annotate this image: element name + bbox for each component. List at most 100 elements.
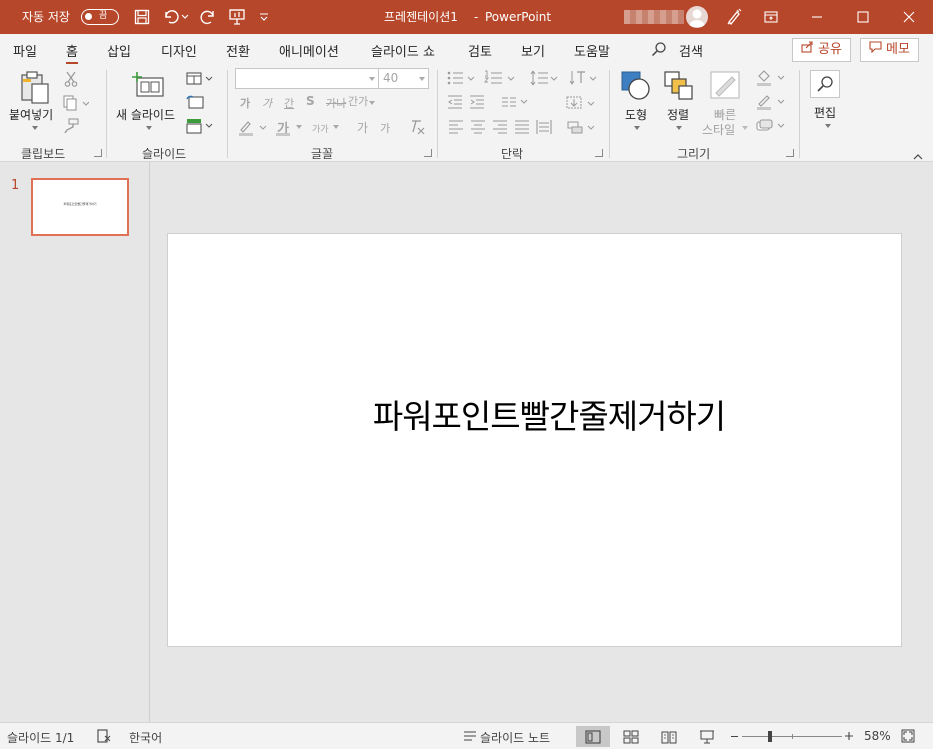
shadow-button[interactable]: S xyxy=(306,94,315,108)
customize-icon[interactable] xyxy=(254,6,274,28)
tab-home[interactable]: 홈 xyxy=(66,41,78,65)
paste-dropdown-icon[interactable] xyxy=(32,126,38,130)
ribbon-display-button[interactable] xyxy=(748,0,794,34)
accessibility-icon[interactable] xyxy=(96,728,112,747)
zoom-out-icon[interactable] xyxy=(731,736,738,737)
normal-view-icon[interactable] xyxy=(576,726,610,747)
italic-button[interactable]: 가 xyxy=(262,95,272,111)
align-center-icon[interactable] xyxy=(470,119,486,138)
reading-view-icon[interactable] xyxy=(652,726,686,747)
decrease-indent-icon[interactable] xyxy=(447,95,463,112)
tab-file[interactable]: 파일 xyxy=(13,41,37,60)
format-painter-icon[interactable] xyxy=(63,118,79,137)
shape-fill-icon[interactable] xyxy=(756,70,786,89)
text-direction-icon[interactable] xyxy=(569,70,597,89)
tab-slideshow[interactable]: 슬라이드 쇼 xyxy=(371,41,435,60)
quick-styles-label-line2[interactable]: 스타일 xyxy=(702,121,735,138)
font-size-combo[interactable]: 40 xyxy=(378,68,429,89)
underline-button[interactable]: 간 xyxy=(284,95,294,111)
change-case-button[interactable]: 가가 xyxy=(312,122,329,135)
line-spacing-icon[interactable] xyxy=(530,70,558,89)
save-icon[interactable] xyxy=(131,6,153,28)
user-icon[interactable] xyxy=(686,6,708,28)
shapes-dropdown-icon[interactable] xyxy=(634,126,640,130)
distributed-icon[interactable] xyxy=(536,119,552,138)
tab-insert[interactable]: 삽입 xyxy=(107,41,131,60)
shapes-label[interactable]: 도형 xyxy=(625,106,647,123)
editing-label[interactable]: 편집 xyxy=(814,104,836,121)
arrange-dropdown-icon[interactable] xyxy=(676,126,682,130)
char-spacing-button[interactable]: 간가 xyxy=(348,93,368,109)
close-icon[interactable] xyxy=(886,0,932,34)
numbering-icon[interactable] xyxy=(484,70,516,89)
drawing-launcher-icon[interactable] xyxy=(786,149,794,157)
tab-help[interactable]: 도움말 xyxy=(574,41,610,60)
present-icon[interactable] xyxy=(226,6,248,28)
font-color-dropdown-icon[interactable] xyxy=(296,125,302,129)
notes-icon[interactable] xyxy=(463,730,477,745)
slide-thumbnail[interactable]: 파워포인트빨간줄제거하기 xyxy=(31,178,129,236)
minimize-icon[interactable] xyxy=(794,0,840,34)
find-icon[interactable] xyxy=(810,70,840,98)
slideshow-view-icon[interactable] xyxy=(690,726,724,747)
tab-animations[interactable]: 애니메이션 xyxy=(279,41,339,60)
align-left-icon[interactable] xyxy=(448,119,464,138)
columns-icon[interactable] xyxy=(501,96,529,111)
bold-button[interactable]: 가 xyxy=(240,95,250,111)
clipboard-launcher-icon[interactable] xyxy=(94,149,102,157)
copy-icon[interactable] xyxy=(63,95,90,114)
reset-icon[interactable] xyxy=(186,95,204,112)
autosave-toggle[interactable]: 끔 xyxy=(81,9,119,25)
paste-label[interactable]: 붙여넣기 xyxy=(9,106,53,123)
font-name-combo[interactable] xyxy=(235,68,379,89)
tab-transitions[interactable]: 전환 xyxy=(226,41,250,60)
language-indicator[interactable]: 한국어 xyxy=(129,729,162,746)
notes-label[interactable]: 슬라이드 노트 xyxy=(480,729,550,746)
char-spacing-dropdown-icon[interactable] xyxy=(369,101,375,105)
zoom-in-icon[interactable] xyxy=(844,730,854,744)
shape-outline-icon[interactable] xyxy=(756,94,786,113)
tab-review[interactable]: 검토 xyxy=(468,41,492,60)
share-button[interactable]: 공유 xyxy=(792,38,851,62)
maximize-icon[interactable] xyxy=(840,0,886,34)
font-launcher-icon[interactable] xyxy=(424,149,432,157)
sorter-view-icon[interactable] xyxy=(614,726,648,747)
font-size-dropdown-icon[interactable] xyxy=(419,77,425,81)
layout-icon[interactable] xyxy=(186,72,214,89)
paragraph-launcher-icon[interactable] xyxy=(595,149,603,157)
comment-button[interactable]: 메모 xyxy=(860,38,919,62)
search-icon[interactable] xyxy=(651,41,667,60)
undo-dropdown-icon[interactable] xyxy=(178,6,192,28)
arrange-label[interactable]: 정렬 xyxy=(667,106,689,123)
zoom-slider-thumb[interactable] xyxy=(768,731,772,742)
paste-icon[interactable] xyxy=(19,70,51,109)
increase-indent-icon[interactable] xyxy=(469,95,485,112)
quick-styles-icon[interactable] xyxy=(710,71,742,104)
font-name-dropdown-icon[interactable] xyxy=(369,77,375,81)
highlight-icon[interactable] xyxy=(238,119,268,140)
clear-format-icon[interactable] xyxy=(408,118,426,139)
tab-view[interactable]: 보기 xyxy=(521,41,545,60)
cut-icon[interactable] xyxy=(64,71,78,90)
change-case-dropdown-icon[interactable] xyxy=(333,125,339,129)
fit-icon[interactable] xyxy=(901,729,915,746)
align-text-icon[interactable] xyxy=(566,95,596,114)
search-label[interactable]: 검색 xyxy=(679,41,703,60)
shrink-font-button[interactable]: 가 xyxy=(380,120,390,136)
quick-styles-dropdown-icon[interactable] xyxy=(742,126,748,130)
arrange-icon[interactable] xyxy=(664,71,694,104)
shape-effects-icon[interactable] xyxy=(756,118,786,137)
strikethrough-button[interactable]: 가나 xyxy=(326,95,346,111)
new-slide-label[interactable]: 새 슬라이드 xyxy=(116,106,175,123)
slide-title-text[interactable]: 파워포인트빨간줄제거하기 xyxy=(364,390,734,438)
collapse-ribbon-icon[interactable] xyxy=(913,149,923,163)
justify-icon[interactable] xyxy=(514,119,530,138)
redo-icon[interactable] xyxy=(198,6,220,28)
grow-font-button[interactable]: 가 xyxy=(357,119,368,136)
smartart-icon[interactable] xyxy=(567,119,597,138)
new-slide-icon[interactable] xyxy=(131,72,165,101)
align-right-icon[interactable] xyxy=(492,119,508,138)
editing-dropdown-icon[interactable] xyxy=(825,124,831,128)
new-slide-dropdown-icon[interactable] xyxy=(146,126,152,130)
bullets-icon[interactable] xyxy=(447,70,475,89)
